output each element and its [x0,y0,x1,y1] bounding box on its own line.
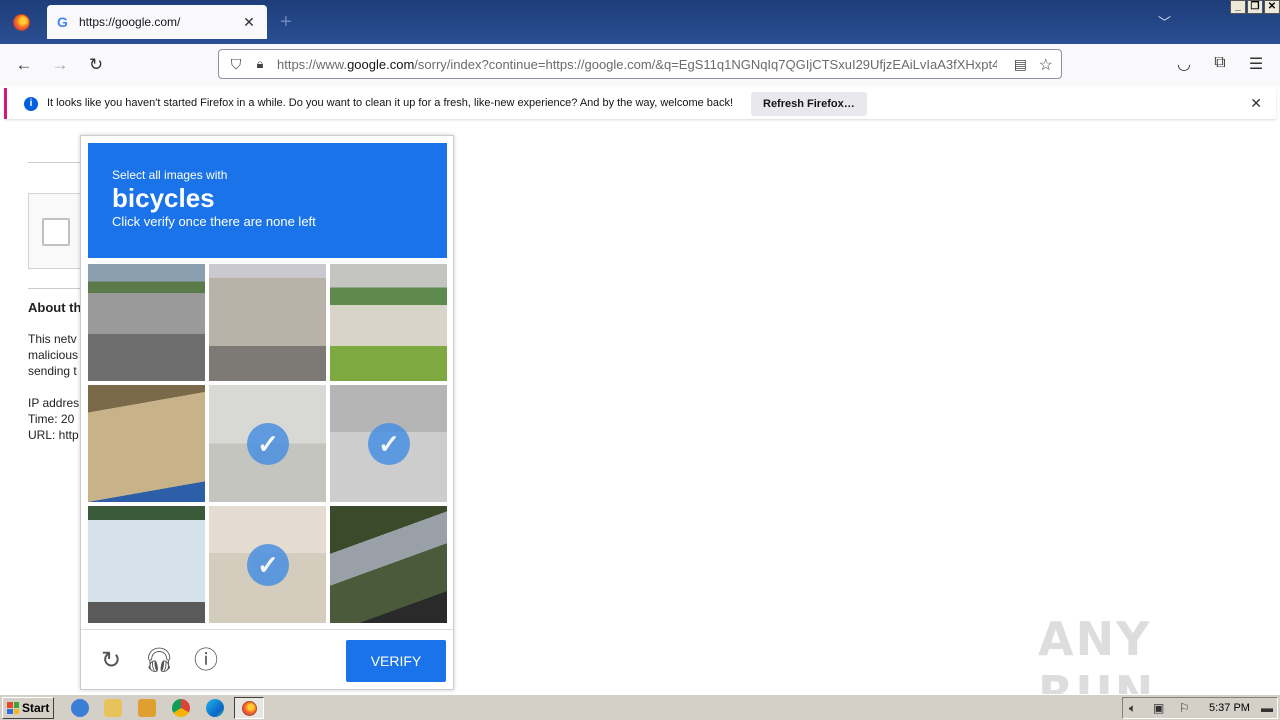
tracking-shield-icon[interactable]: ⛉ [227,56,245,73]
url-path: /sorry/index?continue=https://google.com… [414,56,997,72]
refresh-firefox-button[interactable]: Refresh Firefox… [751,92,867,116]
window-controls: _ ❐ ✕ [1230,0,1280,14]
captcha-tile[interactable] [330,264,447,381]
captcha-challenge-dialog: Select all images with bicycles Click ve… [80,135,454,690]
hamburger-menu-icon[interactable]: ☰ [1245,54,1267,74]
captcha-tile[interactable] [209,264,326,381]
media-player-icon[interactable] [138,699,156,717]
file-explorer-icon[interactable] [104,699,122,717]
back-arrow-icon[interactable]: ← [13,54,35,76]
body-line: sending t [28,364,77,378]
ip-address-line: IP addres [28,396,80,410]
captcha-tile[interactable] [330,506,447,623]
volume-icon[interactable]: 🔈︎ [1129,701,1136,716]
reload-icon[interactable]: ↻ [85,54,107,76]
tab-close-icon[interactable]: ✕ [241,14,257,31]
recaptcha-checkbox[interactable] [42,218,70,246]
help-info-icon[interactable]: ⓘ [192,647,220,675]
captcha-tile[interactable] [88,506,205,623]
captcha-tile[interactable] [88,264,205,381]
instruction-subtext: Click verify once there are none left [112,214,316,229]
title-bar: G https://google.com/ ✕ + ﹀ _ ❐ ✕ [0,0,1280,44]
navigation-toolbar: ← → ↻ ⛉ 🔒︎ https://www.google.com/sorry/… [0,44,1280,86]
show-desktop-icon[interactable]: ▬ [1261,701,1273,715]
chrome-icon[interactable] [172,699,190,717]
url-domain: google.com [347,56,415,72]
about-heading: About th [28,300,82,315]
selected-check-icon: ✓ [247,544,289,586]
divider [28,288,88,289]
captcha-image-grid: ✓ ✓ ✓ [88,264,447,623]
firefox-menu-button[interactable] [0,0,42,44]
lock-icon[interactable]: 🔒︎ [253,56,267,72]
url-text[interactable]: https://www.google.com/sorry/index?conti… [277,57,997,72]
info-icon: i [24,97,38,111]
clock: 5:37 PM [1209,702,1250,714]
instruction-text: Select all images with [112,168,228,182]
captcha-footer: ↻ 🎧︎ ⓘ VERIFY [81,629,453,689]
captcha-instructions: Select all images with bicycles Click ve… [88,143,447,258]
notification-text: It looks like you haven't started Firefo… [47,97,734,109]
body-line: This netv [28,332,77,346]
audio-challenge-headphones-icon[interactable]: 🎧︎ [144,647,174,675]
body-line: malicious [28,348,79,362]
notification-close-icon[interactable]: ✕ [1250,95,1262,112]
selected-check-icon: ✓ [368,423,410,465]
bookmark-star-icon[interactable]: ☆ [1039,55,1053,75]
internet-explorer-icon[interactable] [71,699,89,717]
windows-taskbar: Start 🔈︎ ▣ ⚐ 5:37 PM ▬ [0,694,1280,720]
edge-icon[interactable] [206,699,224,717]
tab-google[interactable]: G https://google.com/ ✕ [47,5,267,39]
pocket-icon[interactable]: ◡ [1173,54,1195,74]
system-tray: 🔈︎ ▣ ⚐ 5:37 PM ▬ [1122,697,1278,719]
new-tab-button[interactable]: + [280,11,292,34]
forward-arrow-icon[interactable]: → [49,54,71,76]
url-line: URL: http [28,428,79,442]
firefox-logo-icon [12,13,30,31]
selected-check-icon: ✓ [247,423,289,465]
url-bar[interactable]: ⛉ 🔒︎ https://www.google.com/sorry/index?… [218,49,1062,79]
recaptcha-widget[interactable] [28,193,88,269]
action-center-flag-icon[interactable]: ⚐ [1179,701,1190,715]
network-icon[interactable]: ▣ [1153,701,1164,715]
windows-flag-icon [7,702,19,714]
close-window-button[interactable]: ✕ [1264,0,1280,14]
firefox-icon [241,700,257,716]
restore-button[interactable]: ❐ [1247,0,1263,14]
tab-title: https://google.com/ [79,15,181,29]
divider [28,162,88,163]
minimize-button[interactable]: _ [1230,0,1246,14]
challenge-keyword: bicycles [112,183,215,213]
verify-button[interactable]: VERIFY [346,640,446,682]
start-button[interactable]: Start [2,697,54,719]
taskbar-firefox-button[interactable] [234,697,264,719]
url-prefix: https://www. [277,56,348,72]
google-g-icon: G [57,14,68,30]
time-line: Time: 20 [28,412,75,426]
notification-bar: i It looks like you haven't started Fire… [4,88,1276,119]
extensions-icon[interactable]: ⧉ [1209,54,1231,72]
start-label: Start [22,701,50,715]
reload-challenge-icon[interactable]: ↻ [97,647,125,675]
list-all-tabs-button[interactable]: ﹀ [1158,12,1171,31]
reader-view-icon[interactable]: ▤ [1014,56,1027,73]
captcha-tile[interactable] [88,385,205,502]
